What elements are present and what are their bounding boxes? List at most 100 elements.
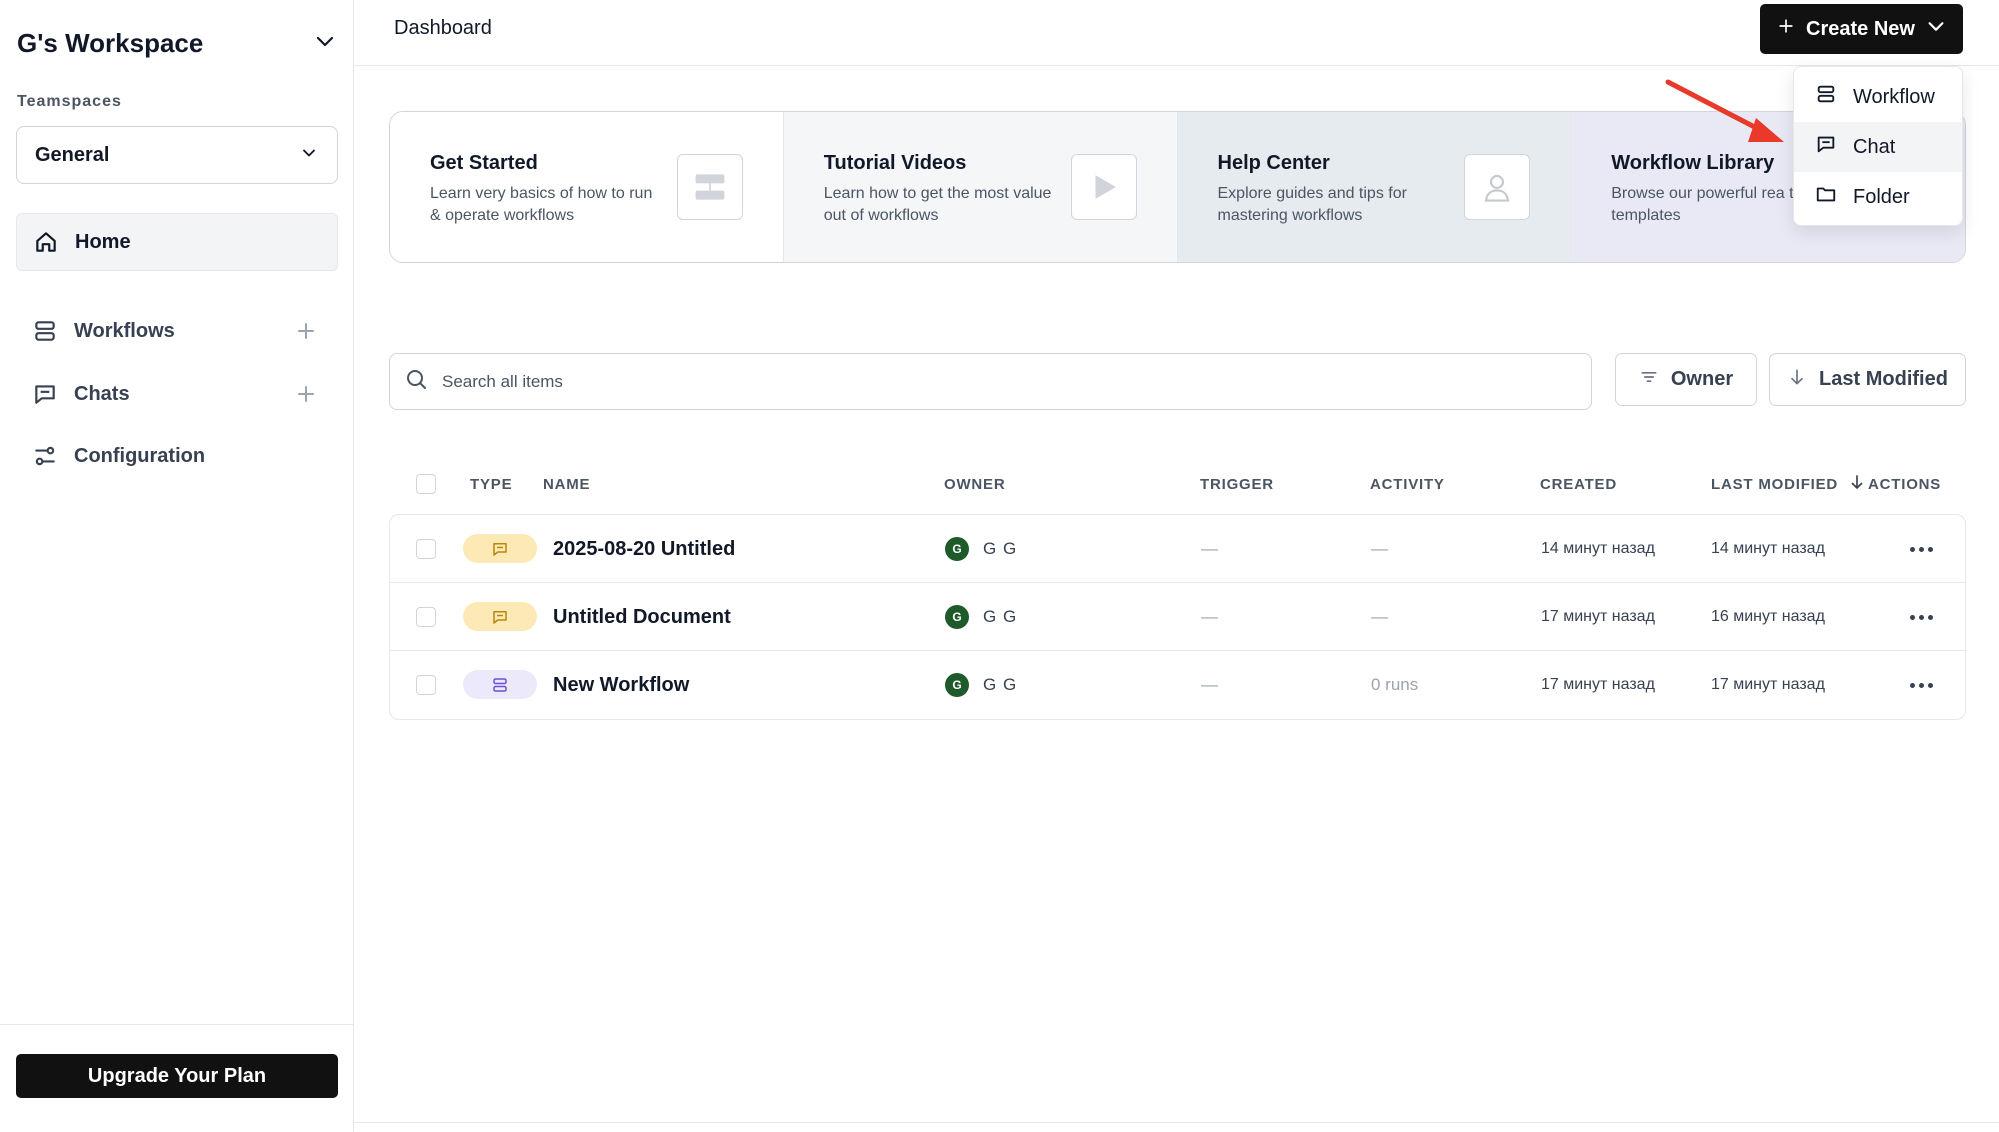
search-input[interactable] [442,371,1542,392]
card-description: Explore guides and tips for mastering wo… [1217,185,1407,224]
type-badge-chat [463,534,537,563]
person-icon [1464,154,1531,220]
menu-item-folder[interactable]: Folder [1794,172,1962,222]
created-date: 14 минут назад [1541,540,1655,557]
column-created[interactable]: CREATED [1540,476,1617,493]
upgrade-plan-button[interactable]: Upgrade Your Plan [16,1054,338,1098]
play-icon [1070,154,1137,220]
arrow-down-icon [1787,367,1807,393]
avatar: G [945,605,969,629]
create-new-menu: Workflow Chat Folder [1793,66,1963,226]
teamspace-selected-value: General [35,143,110,166]
card-tutorial-videos[interactable]: Tutorial Videos Learn how to get the mos… [783,112,1178,262]
sidebar-item-home[interactable]: Home [16,213,338,271]
chevron-down-icon [1925,15,1947,43]
table-row[interactable]: New Workflow G G G — 0 runs 17 минут наз… [390,651,1965,719]
column-actions: ACTIONS [1868,476,1942,493]
menu-item-chat[interactable]: Chat [1794,122,1962,172]
column-last-modified[interactable]: LAST MODIFIED [1711,476,1838,493]
last-modified-date: 14 минут назад [1711,540,1825,557]
last-modified-date: 16 минут назад [1711,608,1825,625]
plus-icon [1776,16,1796,42]
workflow-icon [493,677,507,692]
owner-name: G G [983,539,1018,558]
item-name[interactable]: New Workflow [553,674,689,697]
add-workflow-icon[interactable] [294,319,318,343]
last-modified-date: 17 минут назад [1711,676,1825,693]
item-name[interactable]: Untitled Document [553,606,731,629]
more-actions-icon[interactable] [1910,614,1933,620]
more-actions-icon[interactable] [1910,682,1933,688]
table-row[interactable]: 2025-08-20 Untitled G G G — — 14 минут н… [390,515,1965,583]
type-badge-workflow [463,670,537,699]
menu-item-workflow[interactable]: Workflow [1794,72,1962,122]
trigger-value: — [1201,675,1218,694]
chevron-down-icon [299,143,319,168]
sidebar-item-label: Workflows [74,319,175,342]
more-actions-icon[interactable] [1910,546,1933,552]
getting-started-cards: Get Started Learn very basics of how to … [389,111,1966,263]
sliders-icon [32,443,58,469]
workspace-name: G's Workspace [17,27,204,58]
sidebar-item-workflows[interactable]: Workflows [16,309,338,353]
column-type[interactable]: TYPE [470,476,512,493]
sidebar-divider [0,1024,354,1025]
page-title: Dashboard [394,17,492,39]
menu-item-label: Workflow [1853,85,1935,108]
sidebar-item-configuration[interactable]: Configuration [16,434,338,478]
chat-icon [1815,133,1837,161]
avatar: G [945,537,969,561]
chat-icon [493,610,507,624]
home-icon [33,229,59,255]
chevron-down-icon [313,29,337,58]
footer-divider [355,1122,1999,1123]
workflow-icon [1815,83,1837,111]
add-chat-icon[interactable] [294,382,318,406]
teamspaces-label: Teamspaces [17,93,122,110]
items-table: 2025-08-20 Untitled G G G — — 14 минут н… [389,514,1966,720]
sidebar-item-label: Configuration [74,444,206,467]
card-description: Learn how to get the most value out of w… [823,185,1052,224]
workflow-icon [676,154,743,220]
activity-value: — [1371,539,1388,558]
activity-value: 0 runs [1371,675,1419,694]
owner-filter-button[interactable]: Owner [1615,353,1757,406]
search-icon [404,367,428,396]
create-new-button[interactable]: Create New [1760,4,1963,54]
owner-name: G G [983,675,1018,694]
column-trigger[interactable]: TRIGGER [1200,476,1274,493]
row-checkbox[interactable] [416,539,436,559]
card-help-center[interactable]: Help Center Explore guides and tips for … [1177,112,1572,262]
activity-value: — [1371,607,1388,626]
row-checkbox[interactable] [416,675,436,695]
menu-item-label: Folder [1853,185,1910,208]
sidebar: G's Workspace Teamspaces General Home Wo… [0,0,354,1132]
trigger-value: — [1201,539,1218,558]
create-new-label: Create New [1806,17,1915,40]
avatar: G [945,673,969,697]
table-header: TYPE NAME OWNER TRIGGER ACTIVITY CREATED… [389,468,1966,500]
sort-label: Last Modified [1819,368,1948,390]
filter-lines-icon [1639,367,1659,393]
chat-icon [493,542,507,556]
column-owner[interactable]: OWNER [944,476,1006,493]
sidebar-item-label: Chats [74,382,130,405]
sidebar-item-label: Home [75,230,131,253]
owner-name: G G [983,607,1018,626]
created-date: 17 минут назад [1541,676,1655,693]
item-name[interactable]: 2025-08-20 Untitled [553,538,735,561]
sort-last-modified-button[interactable]: Last Modified [1769,353,1966,406]
workspace-switcher[interactable]: G's Workspace [17,24,337,62]
teamspace-select[interactable]: General [16,126,338,184]
table-row[interactable]: Untitled Document G G G — — 17 минут наз… [390,583,1965,651]
row-checkbox[interactable] [416,607,436,627]
topbar: Dashboard [355,0,1999,66]
column-name[interactable]: NAME [543,476,590,493]
card-get-started[interactable]: Get Started Learn very basics of how to … [390,112,784,262]
column-activity[interactable]: ACTIVITY [1370,476,1445,493]
folder-icon [1815,183,1837,211]
select-all-checkbox[interactable] [416,474,436,494]
type-badge-chat [463,602,537,631]
workflow-icon [32,318,58,344]
sidebar-item-chats[interactable]: Chats [16,372,338,416]
